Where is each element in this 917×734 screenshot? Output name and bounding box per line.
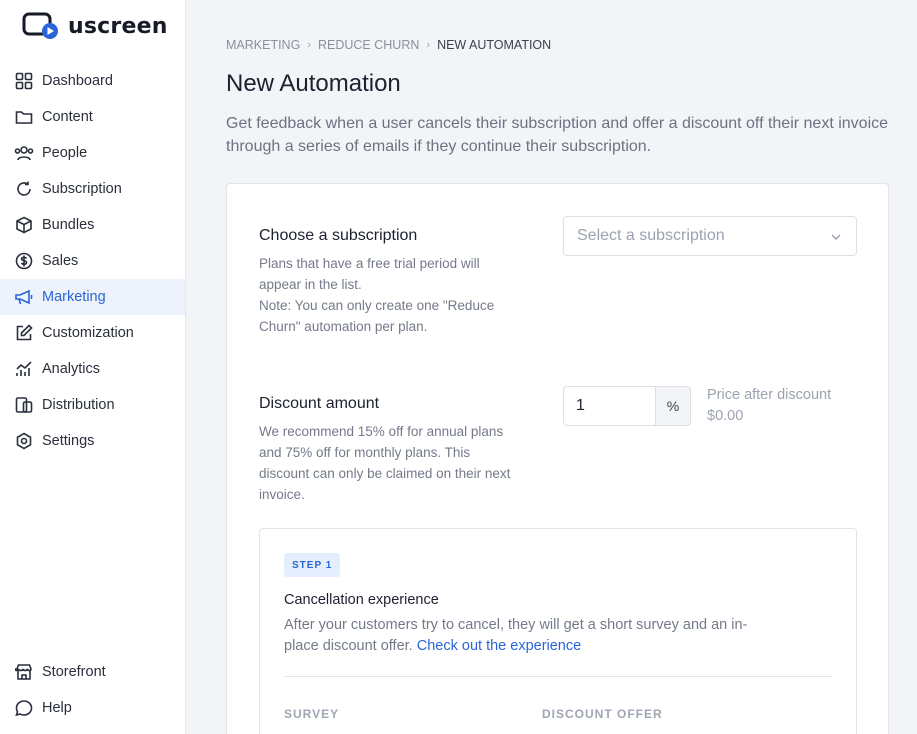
subscription-select[interactable]: Select a subscription: [563, 216, 857, 256]
sidebar-item-label: Help: [42, 700, 72, 716]
dollar-icon: [14, 251, 34, 271]
sidebar-item-label: Distribution: [42, 397, 115, 413]
sidebar-item-content[interactable]: Content: [0, 99, 185, 135]
brand-name: uscreen: [68, 13, 168, 39]
grid-icon: [14, 71, 34, 91]
sidebar-item-label: Customization: [42, 325, 134, 341]
edit-icon: [14, 323, 34, 343]
sidebar-item-people[interactable]: People: [0, 135, 185, 171]
breadcrumb-reduce-churn[interactable]: REDUCE CHURN: [318, 38, 419, 52]
discount-help-text: We recommend 15% off for annual plans an…: [259, 424, 511, 502]
sidebar-item-label: Subscription: [42, 181, 122, 197]
subscription-select-placeholder: Select a subscription: [577, 227, 725, 244]
step-title: Cancellation experience: [284, 592, 439, 608]
sidebar-item-label: Sales: [42, 253, 79, 269]
main-content: MARKETING › REDUCE CHURN › NEW AUTOMATIO…: [186, 0, 917, 734]
page-title: New Automation: [226, 70, 401, 97]
sidebar-item-label: Dashboard: [42, 73, 113, 89]
breadcrumb-marketing[interactable]: MARKETING: [226, 38, 300, 52]
check-experience-link[interactable]: Check out the experience: [417, 638, 581, 654]
automation-form-card: Choose a subscription Plans that have a …: [226, 183, 889, 734]
discount-offer-column-header: DISCOUNT OFFER: [542, 707, 663, 721]
sidebar-item-help[interactable]: Help: [0, 690, 185, 726]
breadcrumb: MARKETING › REDUCE CHURN › NEW AUTOMATIO…: [226, 38, 551, 52]
subscription-section-title: Choose a subscription: [259, 227, 418, 244]
chat-icon: [14, 698, 34, 718]
sidebar-item-distribution[interactable]: Distribution: [0, 387, 185, 423]
sidebar: uscreen Dashboard Content People Subscri…: [0, 0, 186, 734]
percent-addon: %: [655, 386, 691, 426]
sidebar-nav: Dashboard Content People Subscription Bu…: [0, 63, 185, 459]
sidebar-item-label: Bundles: [42, 217, 95, 233]
logo[interactable]: uscreen: [22, 12, 168, 40]
megaphone-icon: [14, 287, 34, 307]
sidebar-item-label: People: [42, 145, 88, 161]
uscreen-logo-icon: [22, 12, 58, 39]
discount-amount-input[interactable]: 1: [563, 386, 655, 426]
discount-section-title: Discount amount: [259, 395, 380, 412]
sidebar-item-dashboard[interactable]: Dashboard: [0, 63, 185, 99]
chevron-right-icon: ›: [426, 39, 431, 51]
sidebar-item-label: Content: [42, 109, 93, 125]
analytics-icon: [14, 359, 34, 379]
box-icon: [14, 215, 34, 235]
breadcrumb-current: NEW AUTOMATION: [437, 38, 552, 52]
sidebar-item-storefront[interactable]: Storefront: [0, 654, 185, 690]
survey-column-header: SURVEY: [284, 707, 340, 721]
devices-icon: [14, 395, 34, 415]
gear-icon: [14, 431, 34, 451]
subscription-help-text: Plans that have a free trial period will…: [259, 256, 495, 334]
step-badge: STEP 1: [284, 553, 341, 577]
people-icon: [14, 143, 34, 163]
sidebar-item-label: Settings: [42, 433, 95, 449]
refresh-icon: [14, 179, 34, 199]
price-after-discount-label: Price after discount: [707, 387, 832, 403]
sidebar-item-label: Marketing: [42, 289, 106, 305]
sidebar-item-sales[interactable]: Sales: [0, 243, 185, 279]
chevron-down-icon: [830, 230, 842, 248]
price-after-discount-value: $0.00: [707, 408, 744, 424]
sidebar-bottom-nav: Storefront Help: [0, 654, 185, 726]
sidebar-item-marketing[interactable]: Marketing: [0, 279, 185, 315]
step-1-box: STEP 1 Cancellation experience After you…: [259, 528, 857, 734]
step-description: After your customers try to cancel, they…: [284, 615, 774, 657]
sidebar-item-bundles[interactable]: Bundles: [0, 207, 185, 243]
sidebar-item-customization[interactable]: Customization: [0, 315, 185, 351]
sidebar-item-subscription[interactable]: Subscription: [0, 171, 185, 207]
chevron-right-icon: ›: [307, 39, 311, 51]
page-description: Get feedback when a user cancels their s…: [226, 115, 889, 155]
sidebar-item-label: Analytics: [42, 361, 101, 377]
divider: [284, 676, 832, 677]
sidebar-item-analytics[interactable]: Analytics: [0, 351, 185, 387]
sidebar-item-label: Storefront: [42, 664, 106, 680]
folder-icon: [14, 107, 34, 127]
sidebar-item-settings[interactable]: Settings: [0, 423, 185, 459]
storefront-icon: [14, 662, 34, 682]
